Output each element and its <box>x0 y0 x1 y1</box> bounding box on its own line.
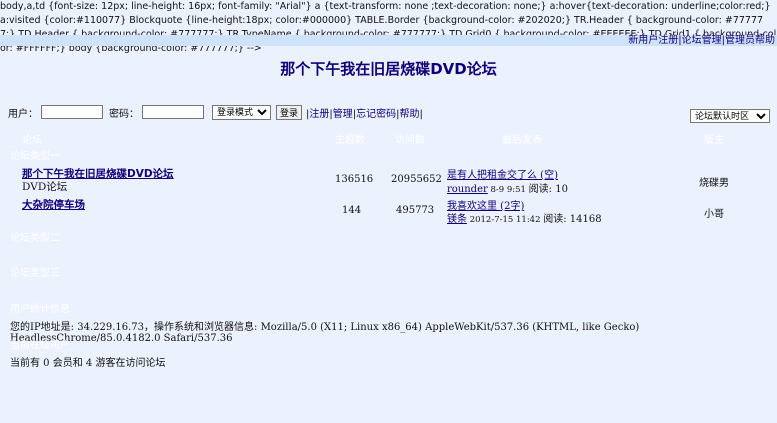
leaked-css-text: body,a,td {font-size: 12px; line-height:… <box>0 1 776 54</box>
table-header: 论坛 主题数 访问数 最后发表 版主 <box>0 131 777 146</box>
register-link[interactable]: 新用户注册 <box>628 35 678 46</box>
forgot-password-link[interactable]: 忘记密码 <box>356 109 396 120</box>
help-link[interactable]: 帮助 <box>400 109 420 120</box>
admin-help-link[interactable]: 管理员帮助 <box>725 35 775 46</box>
ip-info: 您的IP地址是: 34.229.16.73，操作系统和浏览器信息: Mozill… <box>10 322 640 344</box>
header-views: 访问数 <box>395 135 425 146</box>
online-info: 当前有 0 会员和 4 游客在访问论坛 <box>10 358 166 369</box>
forum-1-last-meta: rounder 8-9 9:51 阅读: 10 <box>447 180 568 195</box>
forum-2-last-user[interactable]: 镁条 <box>447 214 467 225</box>
forum-2-last-reads: 阅读: 14168 <box>543 214 602 225</box>
timezone-select[interactable]: 论坛默认时区 <box>690 109 770 123</box>
header-owner: 版主 <box>704 135 724 146</box>
category-1: 论坛类型一 <box>10 151 60 162</box>
login-links: |注册|管理|忘记密码|帮助| <box>306 108 423 120</box>
password-label: 密码： <box>109 108 139 120</box>
username-label: 用户： <box>8 108 38 120</box>
manage-link[interactable]: 管理 <box>333 109 353 120</box>
login-form: 用户： 密码： 登录模式 登录 |注册|管理|忘记密码|帮助| <box>8 103 423 121</box>
forum-1-owner: 烧碟男 <box>699 178 729 189</box>
forum-2-last-meta: 镁条 2012-7-15 11:42 阅读: 14168 <box>447 210 602 225</box>
site-title: 那个下午我在旧居烧碟DVD论坛 <box>280 60 497 78</box>
header-forum: 论坛 <box>22 135 42 146</box>
password-input[interactable] <box>142 105 204 119</box>
forum-2-name[interactable]: 大杂院停车场 <box>22 197 85 212</box>
username-input[interactable] <box>41 105 103 119</box>
register-link-2[interactable]: 注册 <box>309 109 329 120</box>
header-last-post: 最后发表 <box>502 135 542 146</box>
category-2: 论坛类型二 <box>10 233 60 244</box>
login-mode-select[interactable]: 登录模式 <box>212 104 271 120</box>
forum-1-last-user[interactable]: rounder <box>447 184 488 195</box>
forum-1-topics: 136516 <box>335 174 374 185</box>
category-3: 论坛类型三 <box>10 268 60 279</box>
forum-1-last-time: 8-9 9:51 <box>490 185 526 195</box>
online-header: 当前在线用户 <box>10 340 70 351</box>
header-topics: 主题数 <box>335 135 365 146</box>
forum-1-last-reads: 阅读: 10 <box>528 184 568 195</box>
login-button[interactable]: 登录 <box>276 104 303 120</box>
forum-admin-link[interactable]: 论坛管理 <box>682 35 722 46</box>
top-links: 新用户注册|论坛管理|管理员帮助 <box>628 35 775 47</box>
forum-1-last-title[interactable]: 是有人把租金交了么 (空) <box>447 166 558 181</box>
forum-1-views: 20955652 <box>391 174 442 185</box>
forum-2-last-time: 2012-7-15 11:42 <box>469 215 541 225</box>
stats-header: 用户统计信息 <box>10 304 70 315</box>
forum-2-owner: 小哥 <box>704 209 724 220</box>
forum-1-desc: DVD论坛 <box>22 181 68 193</box>
forum-2-topics: 144 <box>342 205 362 216</box>
forum-2-views: 495773 <box>396 205 435 216</box>
